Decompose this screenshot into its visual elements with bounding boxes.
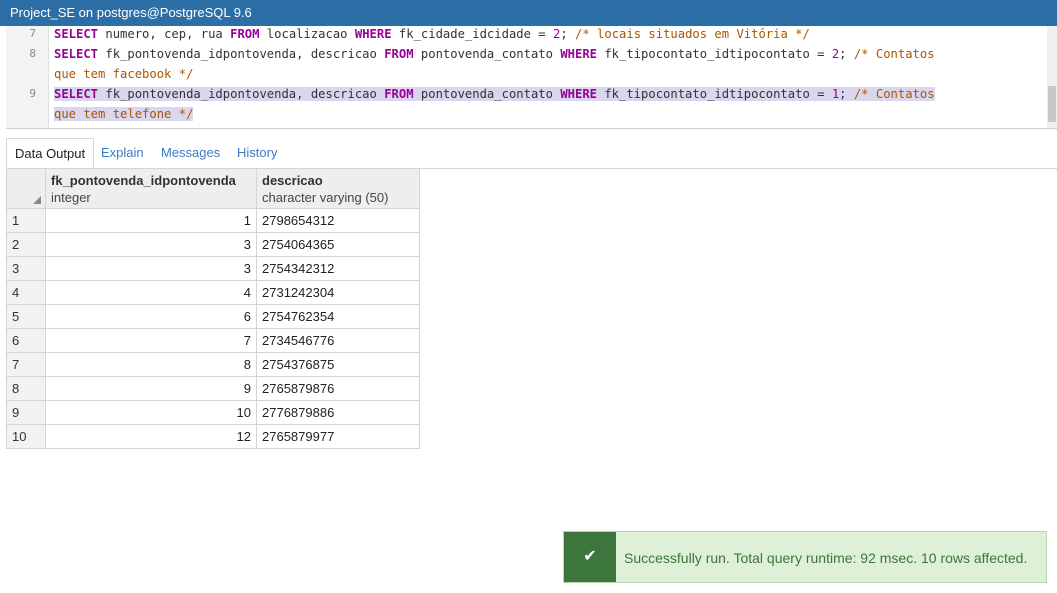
table-row[interactable]: 6 7 2734546776: [6, 328, 420, 353]
sql-text: localizacao: [259, 27, 355, 41]
sql-keyword: WHERE: [560, 47, 597, 61]
notification-message: Successfully run. Total query runtime: 9…: [624, 550, 1028, 566]
sql-keyword: FROM: [230, 27, 260, 41]
row-number[interactable]: 10: [6, 424, 46, 449]
sql-comment: /* Contatos: [853, 87, 935, 101]
sql-text: fk_tipocontato_idtipocontato =: [597, 87, 832, 101]
row-number[interactable]: 1: [6, 208, 46, 233]
tab-data-output[interactable]: Data Output: [6, 138, 95, 169]
sql-comment: /* Contatos: [853, 47, 935, 61]
editor-scrollbar[interactable]: [1047, 26, 1057, 128]
sql-keyword: WHERE: [354, 27, 392, 41]
row-number[interactable]: 3: [6, 256, 46, 281]
cell-id[interactable]: 8: [45, 352, 257, 377]
sql-keyword: FROM: [384, 87, 414, 101]
row-number[interactable]: 2: [6, 232, 46, 257]
sql-keyword: SELECT: [54, 27, 99, 41]
column-name: descricao: [262, 173, 323, 188]
table-row[interactable]: 7 8 2754376875: [6, 352, 420, 377]
code-line-8-wrap: que tem facebook */: [54, 67, 194, 81]
column-header-descricao[interactable]: descricao character varying (50): [256, 168, 420, 209]
sql-text: pontovenda_contato: [413, 87, 561, 101]
sql-text: ;: [839, 87, 854, 101]
cell-descricao[interactable]: 2734546776: [256, 328, 420, 353]
sql-text: fk_pontovenda_idpontovenda, descricao: [98, 87, 385, 101]
query-editor[interactable]: 7 8 9 SELECT numero, cep, rua FROM local…: [6, 26, 1057, 129]
row-number[interactable]: 6: [6, 328, 46, 353]
row-number[interactable]: 4: [6, 280, 46, 305]
sql-text: ;: [839, 47, 854, 61]
cell-id[interactable]: 1: [45, 208, 257, 233]
table-row[interactable]: 5 6 2754762354: [6, 304, 420, 329]
grid-header-row: fk_pontovenda_idpontovenda integer descr…: [6, 168, 420, 209]
cell-descricao[interactable]: 2731242304: [256, 280, 420, 305]
sql-text: fk_pontovenda_idpontovenda, descricao: [98, 47, 385, 61]
cell-descricao[interactable]: 2765879977: [256, 424, 420, 449]
code-line-8: SELECT fk_pontovenda_idpontovenda, descr…: [54, 44, 935, 64]
line-number: 8: [29, 47, 36, 60]
cell-descricao[interactable]: 2754342312: [256, 256, 420, 281]
cell-descricao[interactable]: 2754376875: [256, 352, 420, 377]
sql-keyword: SELECT: [54, 87, 99, 101]
column-type: integer: [51, 190, 91, 205]
table-row[interactable]: 4 4 2731242304: [6, 280, 420, 305]
table-row[interactable]: 8 9 2765879876: [6, 376, 420, 401]
output-tabs: Data Output Explain Messages History: [6, 134, 1057, 169]
cell-id[interactable]: 4: [45, 280, 257, 305]
sql-text: ;: [560, 27, 576, 41]
sql-keyword: WHERE: [560, 87, 597, 101]
tab-explain[interactable]: Explain: [93, 138, 152, 168]
cell-descricao[interactable]: 2754762354: [256, 304, 420, 329]
code-line-9-wrap: que tem telefone */: [54, 104, 194, 124]
cell-descricao[interactable]: 2798654312: [256, 208, 420, 233]
cell-id[interactable]: 12: [45, 424, 257, 449]
sql-text: fk_tipocontato_idtipocontato =: [597, 47, 832, 61]
cell-id[interactable]: 10: [45, 400, 257, 425]
cell-descricao[interactable]: 2754064365: [256, 232, 420, 257]
line-number: 9: [29, 87, 36, 100]
row-number[interactable]: 9: [6, 400, 46, 425]
cell-id[interactable]: 7: [45, 328, 257, 353]
table-row[interactable]: 1 1 2798654312: [6, 208, 420, 233]
row-number[interactable]: 7: [6, 352, 46, 377]
sql-keyword: FROM: [384, 47, 414, 61]
tab-history[interactable]: History: [229, 138, 285, 168]
column-type: character varying (50): [262, 190, 389, 205]
sql-keyword: SELECT: [54, 47, 99, 61]
code-line-9: SELECT fk_pontovenda_idpontovenda, descr…: [54, 84, 935, 104]
success-notification[interactable]: ✔ Successfully run. Total query runtime:…: [563, 531, 1047, 583]
sql-text: numero, cep, rua: [98, 27, 231, 41]
sql-text: fk_cidade_idcidade =: [391, 27, 553, 41]
table-row[interactable]: 2 3 2754064365: [6, 232, 420, 257]
table-row[interactable]: 3 3 2754342312: [6, 256, 420, 281]
column-name: fk_pontovenda_idpontovenda: [51, 173, 236, 188]
sql-comment: /* locais situados em Vitória */: [575, 27, 810, 41]
window-title: Project_SE on postgres@PostgreSQL 9.6: [0, 0, 1057, 26]
cell-id[interactable]: 9: [45, 376, 257, 401]
sql-text: pontovenda_contato: [413, 47, 561, 61]
row-number[interactable]: 5: [6, 304, 46, 329]
data-output-grid: fk_pontovenda_idpontovenda integer descr…: [6, 168, 420, 449]
cell-id[interactable]: 6: [45, 304, 257, 329]
sql-comment: que tem telefone */: [54, 107, 194, 121]
cell-id[interactable]: 3: [45, 232, 257, 257]
cell-id[interactable]: 3: [45, 256, 257, 281]
table-row[interactable]: 9 10 2776879886: [6, 400, 420, 425]
column-header-fk-pontovenda[interactable]: fk_pontovenda_idpontovenda integer: [45, 168, 257, 209]
line-number: 7: [29, 27, 36, 40]
check-icon: ✔: [564, 532, 616, 582]
cell-descricao[interactable]: 2776879886: [256, 400, 420, 425]
scrollbar-thumb[interactable]: [1048, 86, 1056, 122]
row-number[interactable]: 8: [6, 376, 46, 401]
line-number-gutter: 7 8 9: [6, 26, 49, 128]
corner-triangle-icon: [33, 196, 41, 204]
code-line-7: SELECT numero, cep, rua FROM localizacao…: [54, 26, 810, 44]
tab-messages[interactable]: Messages: [153, 138, 228, 168]
select-all-corner[interactable]: [6, 168, 46, 209]
cell-descricao[interactable]: 2765879876: [256, 376, 420, 401]
table-row[interactable]: 10 12 2765879977: [6, 424, 420, 449]
